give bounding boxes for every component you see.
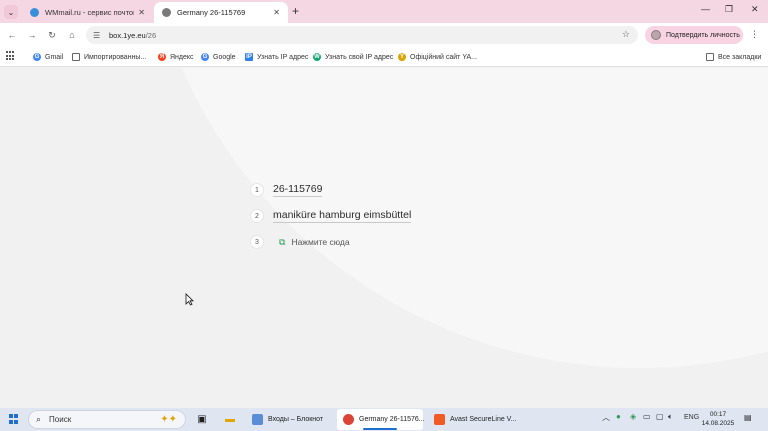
- taskbar-search[interactable]: ⌕ Поиск ✦✦: [28, 410, 186, 429]
- volume-icon[interactable]: 🔈︎: [668, 412, 673, 422]
- clock[interactable]: 00:17 14.08.2025: [700, 410, 736, 428]
- result-item[interactable]: 2 maniküre hamburg eimsbüttel: [250, 207, 412, 225]
- avatar: [651, 30, 661, 40]
- folder-icon: [72, 53, 80, 61]
- bookmarks-bar: G Gmail Импортированны... Я Яндекс G Goo…: [0, 47, 768, 67]
- file-explorer-icon[interactable]: ▬: [223, 412, 237, 426]
- taskbar: ⌕ Поиск ✦✦ ▣ ▬ Входы – Блокнот Germany 2…: [0, 408, 768, 431]
- tab-title: WMmail.ru - сервис почтовых: [45, 8, 134, 17]
- arrow-right-icon: →: [27, 30, 37, 40]
- all-bookmarks[interactable]: Все закладки: [706, 51, 761, 63]
- external-link-icon: ⧉: [279, 236, 286, 247]
- tray-app-icon[interactable]: ●: [616, 412, 621, 421]
- wmmail-icon: [30, 8, 39, 17]
- more-menu-icon[interactable]: ⋮: [750, 29, 759, 40]
- bookmark-my-ip[interactable]: W Узнать свой IP адрес: [313, 51, 393, 63]
- copilot-sparkle-icon: ✦✦: [160, 414, 177, 425]
- result-number: 2: [250, 209, 264, 223]
- close-icon[interactable]: ✕: [273, 8, 280, 17]
- mouse-cursor-icon: [185, 293, 194, 306]
- tab-wmmail[interactable]: WMmail.ru - сервис почтовых ✕: [22, 2, 153, 23]
- close-window-button[interactable]: ✕: [751, 4, 759, 15]
- taskbar-app-chrome[interactable]: Germany 26-11576...: [337, 409, 425, 430]
- result-number: 3: [250, 235, 264, 249]
- bookmark-imported[interactable]: Импортированны...: [72, 51, 146, 63]
- globe-icon: [162, 8, 171, 17]
- back-button[interactable]: ←: [5, 28, 19, 42]
- tab-strip: ⌄ WMmail.ru - сервис почтовых ✕ Germany …: [0, 0, 768, 23]
- google-icon: G: [33, 53, 41, 61]
- notifications-icon[interactable]: ▤: [744, 413, 756, 425]
- background-arc: [140, 68, 768, 368]
- home-button[interactable]: ⌂: [65, 28, 79, 42]
- new-tab-button[interactable]: +: [292, 4, 299, 18]
- reload-icon: ↻: [48, 29, 56, 40]
- chrome-icon: [343, 414, 354, 425]
- windows-start-icon[interactable]: [9, 414, 19, 424]
- verify-label: Подтвердить личность: [666, 31, 740, 39]
- site-info-icon[interactable]: ☰: [93, 31, 103, 40]
- search-label: Поиск: [49, 415, 72, 424]
- result-item[interactable]: 3 ⧉ Нажмите сюда: [250, 233, 350, 251]
- clock-date: 14.08.2025: [701, 420, 735, 427]
- taskbar-app-notepad[interactable]: Входы – Блокнот: [246, 409, 332, 430]
- browser-toolbar: ← → ↻ ⌂ ☰ box.1ye.eu/26 ☆ Подтвердить ли…: [0, 23, 768, 47]
- page-content: 1 26-115769 2 maniküre hamburg eimsbütte…: [0, 68, 768, 408]
- bookmark-google[interactable]: G Google: [201, 51, 236, 63]
- result-number: 1: [250, 183, 264, 197]
- tab-search-button[interactable]: ⌄: [4, 5, 18, 19]
- star-icon[interactable]: ☆: [622, 29, 630, 40]
- address-bar[interactable]: ☰ box.1ye.eu/26 ☆: [86, 26, 638, 44]
- language-indicator[interactable]: ENG: [684, 414, 699, 421]
- notepad-icon: [252, 414, 263, 425]
- chevron-down-icon: ⌄: [7, 7, 15, 17]
- maximize-button[interactable]: ❐: [725, 4, 733, 15]
- tab-title: Germany 26-115769: [177, 8, 246, 17]
- home-icon: ⌂: [69, 30, 75, 40]
- bookmark-ip-address[interactable]: IP Узнать IP адрес: [245, 51, 308, 63]
- task-view-icon[interactable]: ▣: [195, 412, 209, 426]
- shield-icon[interactable]: ◈: [630, 412, 636, 421]
- forward-button[interactable]: →: [25, 28, 39, 42]
- google-icon: G: [201, 53, 209, 61]
- click-here-link[interactable]: Нажмите сюда: [291, 237, 349, 247]
- verify-identity-button[interactable]: Подтвердить личность: [645, 26, 743, 44]
- bookmark-gmail[interactable]: G Gmail: [33, 51, 63, 63]
- search-icon: ⌕: [36, 414, 42, 424]
- result-text[interactable]: maniküre hamburg eimsbüttel: [273, 209, 412, 223]
- ip-icon: W: [313, 53, 321, 61]
- result-item[interactable]: 1 26-115769: [250, 181, 323, 199]
- avast-icon: [434, 414, 445, 425]
- arrow-left-icon: ←: [7, 30, 17, 40]
- folder-icon: [706, 53, 714, 61]
- bookmark-yandex[interactable]: Я Яндекс: [158, 51, 194, 63]
- reload-button[interactable]: ↻: [45, 28, 59, 42]
- taskbar-app-avast[interactable]: Avast SecureLine V...: [428, 409, 517, 430]
- chevron-up-icon[interactable]: ︿: [602, 412, 610, 423]
- display-icon[interactable]: ▢: [656, 412, 664, 421]
- bookmark-official-ya[interactable]: Y Офіційний сайт YA...: [398, 51, 477, 63]
- minimize-button[interactable]: —: [701, 4, 710, 14]
- tab-germany[interactable]: Germany 26-115769 ✕: [154, 2, 288, 23]
- battery-icon[interactable]: ▭: [643, 412, 651, 421]
- url-text[interactable]: box.1ye.eu/26: [109, 31, 156, 40]
- yandex-icon: Я: [158, 53, 166, 61]
- ip-icon: IP: [245, 53, 253, 61]
- result-text[interactable]: 26-115769: [273, 183, 323, 197]
- active-indicator: [362, 428, 398, 430]
- apps-grid-icon[interactable]: [6, 51, 16, 61]
- close-icon[interactable]: ✕: [138, 8, 145, 17]
- clock-time: 00:17: [709, 411, 727, 418]
- ya-icon: Y: [398, 53, 406, 61]
